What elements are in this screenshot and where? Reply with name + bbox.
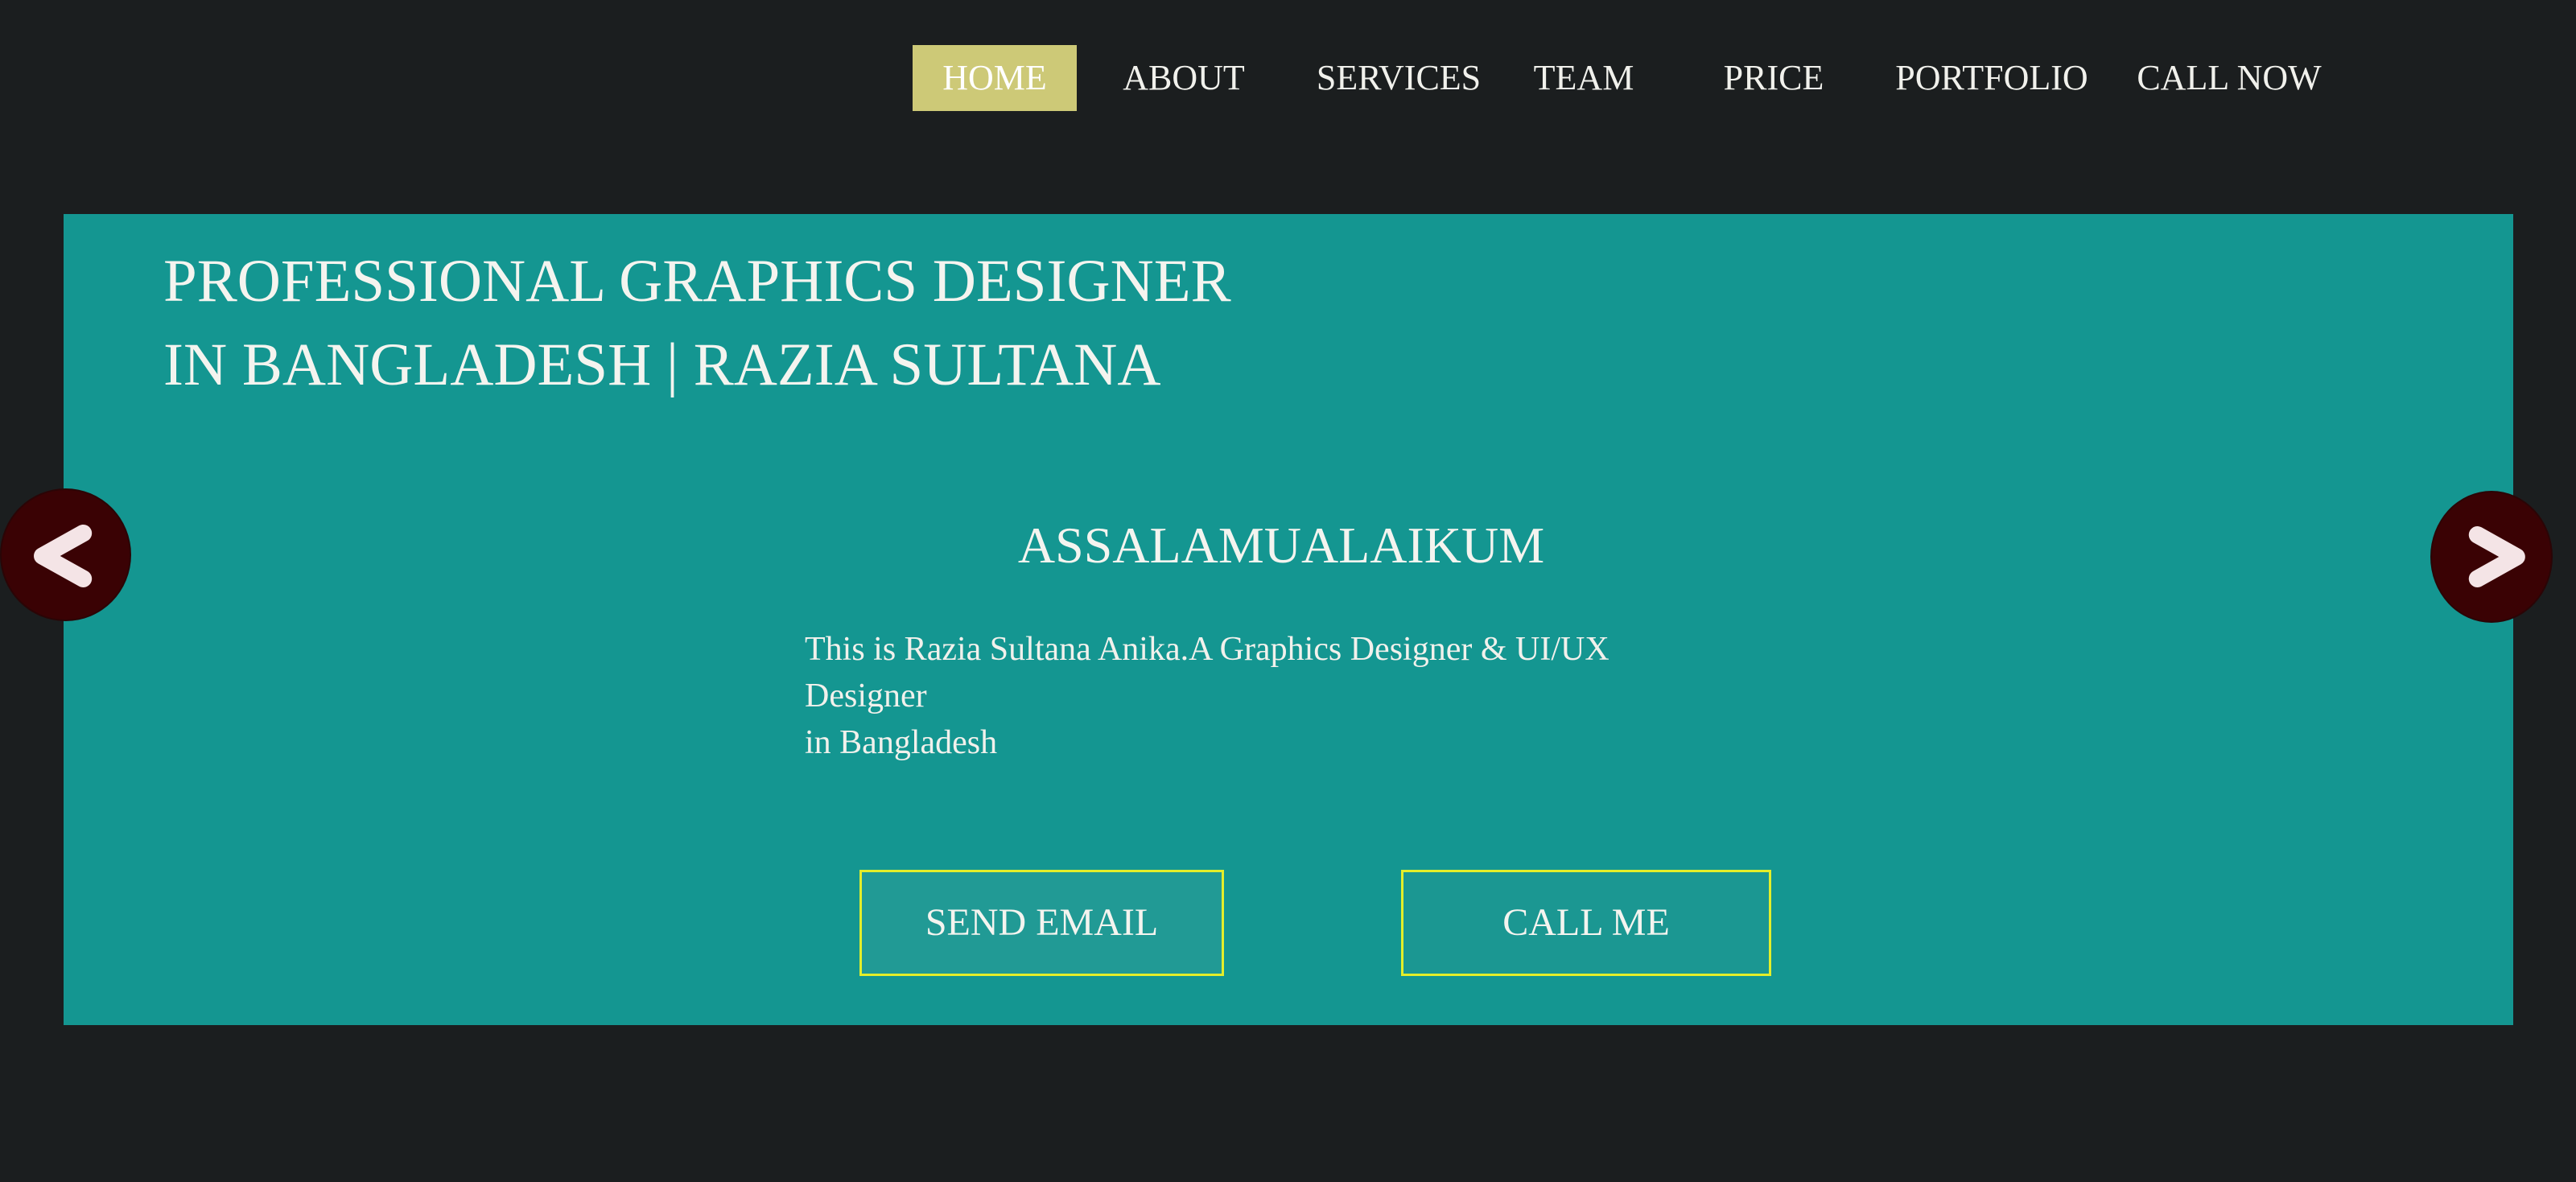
carousel-next-button[interactable] bbox=[2430, 491, 2553, 623]
nav-item-home[interactable]: HOME bbox=[913, 45, 1077, 111]
carousel-prev-button[interactable] bbox=[0, 488, 131, 621]
intro-line-2: in Bangladesh bbox=[805, 724, 998, 761]
nav-item-call-now[interactable]: CALL NOW bbox=[2134, 45, 2324, 111]
hero-title-line-1: PROFESSIONAL GRAPHICS DESIGNER bbox=[163, 248, 1231, 315]
intro-line-1: This is Razia Sultana Anika.A Graphics D… bbox=[805, 631, 1609, 715]
hero-title: PROFESSIONAL GRAPHICS DESIGNER IN BANGLA… bbox=[163, 240, 1231, 407]
nav-item-price[interactable]: PRICE bbox=[1719, 45, 1828, 111]
nav-item-portfolio[interactable]: PORTFOLIO bbox=[1891, 45, 2092, 111]
nav-item-services[interactable]: SERVICES bbox=[1310, 45, 1487, 111]
nav-item-about[interactable]: ABOUT bbox=[1114, 45, 1254, 111]
hero-title-line-2: IN BANGLADESH | RAZIA SULTANA bbox=[163, 332, 1161, 398]
intro-text: This is Razia Sultana Anika.A Graphics D… bbox=[805, 626, 1730, 766]
nav-item-team[interactable]: TEAM bbox=[1527, 45, 1640, 111]
send-email-button[interactable]: SEND EMAIL bbox=[859, 870, 1224, 976]
call-me-button[interactable]: CALL ME bbox=[1401, 870, 1771, 976]
chevron-right-icon bbox=[2468, 526, 2525, 587]
greeting-heading: ASSALAMUALAIKUM bbox=[1017, 517, 1545, 574]
chevron-left-icon bbox=[33, 524, 93, 587]
